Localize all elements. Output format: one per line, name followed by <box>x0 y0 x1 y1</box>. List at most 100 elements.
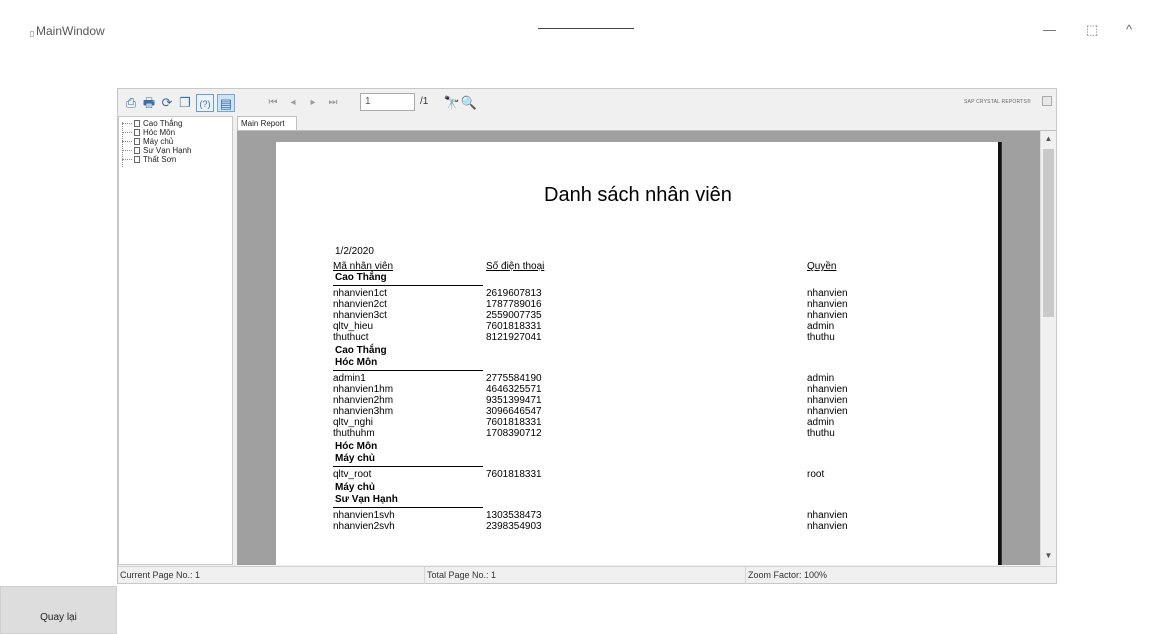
cell-role: nhanvien <box>807 288 848 299</box>
table-row: nhanvien2hm 9351399471 nhanvien <box>276 395 1001 406</box>
next-page-icon[interactable]: ▸ <box>304 94 322 112</box>
tab-main-report[interactable]: Main Report <box>237 116 297 131</box>
document-icon <box>134 147 140 155</box>
tree-item[interactable]: Cao Thắng <box>122 119 182 128</box>
cell-phone: 2619607813 <box>486 288 542 299</box>
table-row: nhanvien1ct 2619607813 nhanvien <box>276 288 1001 299</box>
group-tree-icon[interactable]: ▤ <box>217 94 235 112</box>
cell-employee-id: nhanvien1hm <box>333 384 394 395</box>
cell-employee-id: nhanvien1ct <box>333 288 387 299</box>
tree-item-label: Sư Vạn Hạnh <box>143 146 192 155</box>
previous-page-icon[interactable]: ◂ <box>284 94 302 112</box>
viewer-toolbar: ⎙ 🖶 ⟳ ❐ (?) ▤ ⏮ ◂ ▸ ⏭ 1 /1 🔭 🔍 SAP CRYST… <box>118 89 1056 116</box>
cell-phone: 2775584190 <box>486 373 542 384</box>
cell-role: thuthu <box>807 332 835 343</box>
tree-item-label: Hóc Môn <box>143 128 176 137</box>
copy-icon[interactable]: ❐ <box>176 94 194 112</box>
table-row: qltv_nghi 7601818331 admin <box>276 417 1001 428</box>
cell-phone: 7601818331 <box>486 469 542 480</box>
cell-phone: 8121927041 <box>486 332 542 343</box>
cell-phone: 1787789016 <box>486 299 542 310</box>
report-viewer: ⎙ 🖶 ⟳ ❐ (?) ▤ ⏮ ◂ ▸ ⏭ 1 /1 🔭 🔍 SAP CRYST… <box>117 88 1057 584</box>
back-button[interactable]: Quay lại <box>0 586 117 634</box>
column-header-employee-id: Mã nhân viên <box>333 261 394 272</box>
cell-role: admin <box>807 321 835 332</box>
export-icon[interactable]: ⎙ <box>122 94 140 112</box>
scrollbar-thumb[interactable] <box>1043 149 1054 317</box>
cell-employee-id: nhanvien2hm <box>333 395 394 406</box>
tree-item[interactable]: Hóc Môn <box>122 128 175 137</box>
cell-role: nhanvien <box>807 310 848 321</box>
group-footer: Máy chủ <box>335 482 376 493</box>
table-row: nhanvien1svh 1303538473 nhanvien <box>276 510 1001 521</box>
status-current-page: Current Page No.: 1 <box>118 567 425 584</box>
table-row: thuthuhm 1708390712 thuthu <box>276 428 1001 439</box>
table-row: qltv_hieu 7601818331 admin <box>276 321 1001 332</box>
tree-item[interactable]: Thất Sơn <box>122 155 176 164</box>
collapse-button[interactable]: ^ <box>1126 22 1132 38</box>
cell-employee-id: thuthuct <box>333 332 369 343</box>
vertical-scrollbar[interactable]: ▲ ▼ <box>1040 131 1056 565</box>
minimize-button[interactable]: — <box>1043 22 1056 38</box>
cell-role: nhanvien <box>807 521 848 532</box>
report-date: 1/2/2020 <box>335 246 374 257</box>
scroll-down-icon[interactable]: ▼ <box>1043 549 1054 563</box>
cell-role: thuthu <box>807 428 835 439</box>
cell-employee-id: thuthuhm <box>333 428 375 439</box>
cell-phone: 3096646547 <box>486 406 542 417</box>
document-icon <box>134 156 140 164</box>
cell-phone: 4646325571 <box>486 384 542 395</box>
cell-employee-id: nhanvien2ct <box>333 299 387 310</box>
refresh-icon[interactable]: ⟳ <box>158 94 176 112</box>
table-row: nhanvien2svh 2398354903 nhanvien <box>276 521 1001 532</box>
find-icon[interactable]: 🔭 <box>443 94 461 112</box>
maximize-button[interactable]: ⬚ <box>1086 22 1098 38</box>
cell-role: nhanvien <box>807 510 848 521</box>
group-divider <box>333 285 483 286</box>
status-bar: Current Page No.: 1 Total Page No.: 1 Zo… <box>118 566 1056 584</box>
tree-item[interactable]: Máy chủ <box>122 137 173 146</box>
tree-item-label: Cao Thắng <box>143 119 183 128</box>
table-row: admin1 2775584190 admin <box>276 373 1001 384</box>
cell-employee-id: qltv_nghi <box>333 417 374 428</box>
report-title: Danh sách nhân viên <box>544 184 732 206</box>
tree-item[interactable]: Sư Vạn Hạnh <box>122 146 192 155</box>
column-header-role: Quyền <box>807 261 837 272</box>
table-row: thuthuct 8121927041 thuthu <box>276 332 1001 343</box>
document-icon <box>134 129 140 137</box>
document-icon <box>134 120 140 128</box>
print-icon[interactable]: 🖶 <box>140 94 158 112</box>
help-icon[interactable]: (?) <box>196 94 214 112</box>
cell-phone: 1708390712 <box>486 428 542 439</box>
last-page-icon[interactable]: ⏭ <box>324 94 342 112</box>
group-header: Cao Thắng <box>335 272 387 283</box>
cell-phone: 2559007735 <box>486 310 542 321</box>
group-divider <box>333 466 483 467</box>
group-divider <box>333 370 483 371</box>
table-row: nhanvien2ct 1787789016 nhanvien <box>276 299 1001 310</box>
sap-brand: SAP CRYSTAL REPORTS® <box>964 99 1031 105</box>
cell-role: admin <box>807 417 835 428</box>
cell-role: root <box>807 469 825 480</box>
table-row: nhanvien3hm 3096646547 nhanvien <box>276 406 1001 417</box>
cell-employee-id: nhanvien3ct <box>333 310 387 321</box>
cell-phone: 1303538473 <box>486 510 542 521</box>
cell-role: nhanvien <box>807 384 848 395</box>
cell-phone: 2398354903 <box>486 521 542 532</box>
zoom-icon[interactable]: 🔍 <box>460 94 478 112</box>
report-canvas: Danh sách nhân viên 1/2/2020 Mã nhân viê… <box>237 130 1056 565</box>
title-bar: MainWindow — ⬚ ^ <box>0 0 1155 60</box>
group-tree-panel: Cao Thắng Hóc Môn Máy chủ Sư Vạn Hạnh Th… <box>118 116 233 565</box>
scroll-up-icon[interactable]: ▲ <box>1043 132 1054 146</box>
first-page-icon[interactable]: ⏮ <box>264 94 282 112</box>
group-footer: Hóc Môn <box>335 441 378 452</box>
cell-role: nhanvien <box>807 299 848 310</box>
sap-info-button[interactable] <box>1042 96 1052 106</box>
cell-role: nhanvien <box>807 406 848 417</box>
window-title: MainWindow <box>36 24 105 38</box>
document-icon <box>134 138 140 146</box>
column-header-phone: Số điện thoại <box>486 261 545 272</box>
status-total-page: Total Page No.: 1 <box>425 567 746 584</box>
cell-employee-id: nhanvien2svh <box>333 521 395 532</box>
page-number-input[interactable]: 1 <box>360 93 415 111</box>
